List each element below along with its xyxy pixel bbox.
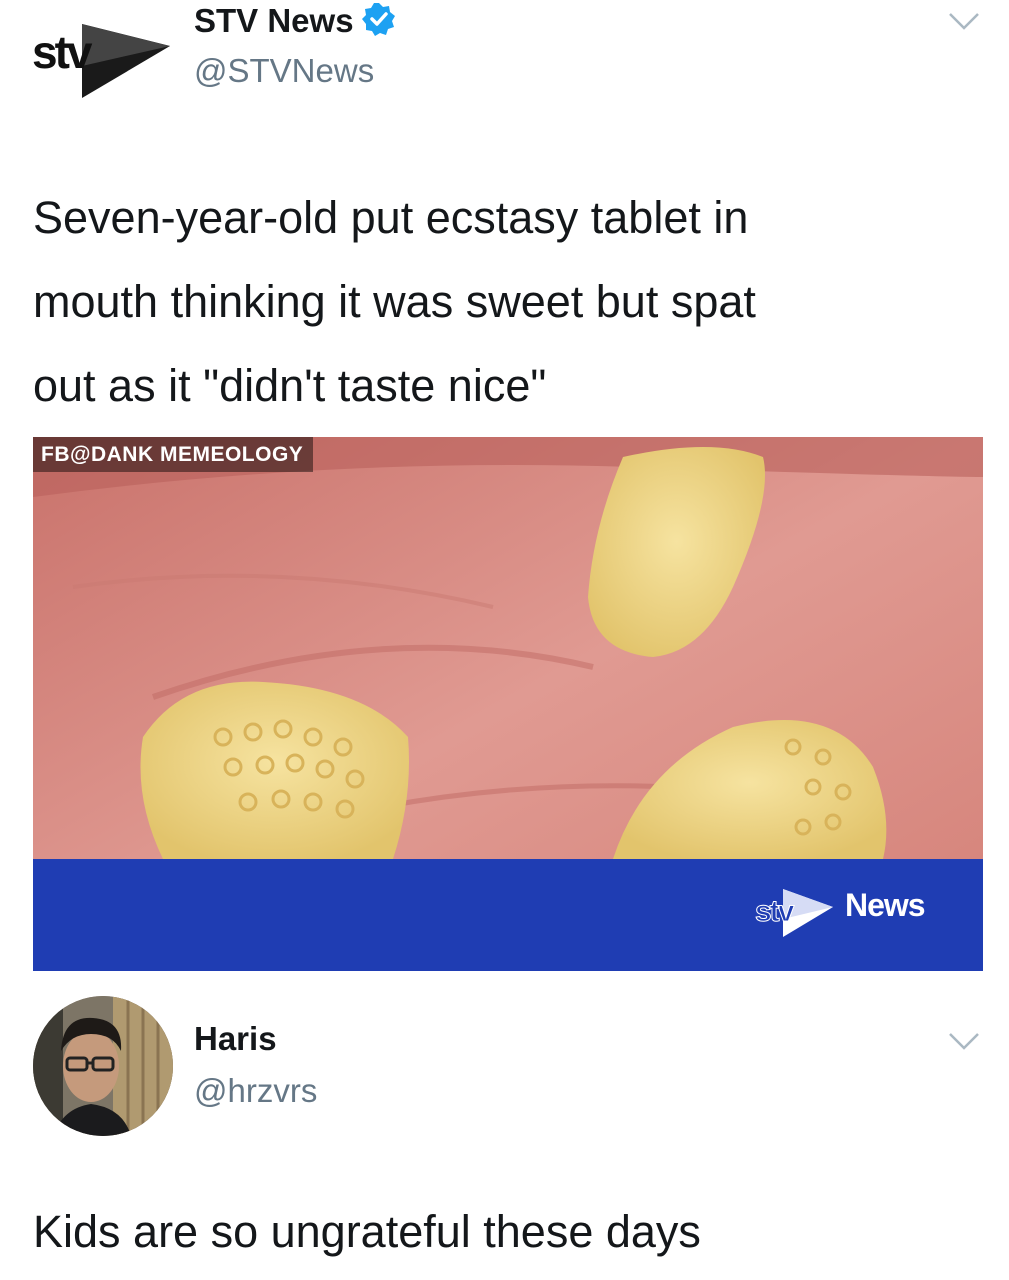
tweet-text: Kids are so ungrateful these days xyxy=(33,1206,701,1257)
tweet-text-line: Seven-year-old put ecstasy tablet in xyxy=(33,192,749,243)
profile-photo xyxy=(33,996,173,1136)
news-banner: stv News xyxy=(33,859,983,971)
watermark-label: FB@DANK MEMEOLOGY xyxy=(33,437,314,472)
tweet-text-line: mouth thinking it was sweet but spat xyxy=(33,276,756,327)
stv-logo-icon: stv xyxy=(755,889,833,937)
author-handle[interactable]: @STVNews xyxy=(194,52,374,90)
author-handle[interactable]: @hrzvrs xyxy=(194,1072,317,1110)
tweet-text: Seven-year-old put ecstasy tablet in mou… xyxy=(33,176,756,428)
tweet-text-line: out as it "didn't taste nice" xyxy=(33,360,547,411)
news-label: News xyxy=(845,887,926,923)
svg-text:stv: stv xyxy=(755,895,795,928)
tweet-haris: Haris @hrzvrs Kids are so ungrateful the… xyxy=(0,990,1009,1280)
chevron-down-icon[interactable] xyxy=(944,1030,984,1054)
svg-text:stv: stv xyxy=(32,26,93,78)
verified-badge-icon xyxy=(361,3,395,36)
chevron-down-icon[interactable] xyxy=(944,10,984,34)
tweet-stv: stv STV News @STVNews Seven-year-old put… xyxy=(0,0,1009,437)
author-name[interactable]: Haris xyxy=(194,1020,277,1058)
author-name[interactable]: STV News xyxy=(194,2,396,40)
avatar[interactable] xyxy=(33,996,173,1136)
avatar[interactable]: stv xyxy=(30,6,170,98)
tweet-media-image[interactable]: FB@DANK MEMEOLOGY stv News xyxy=(33,437,983,971)
stv-logo-icon: stv xyxy=(32,24,170,98)
